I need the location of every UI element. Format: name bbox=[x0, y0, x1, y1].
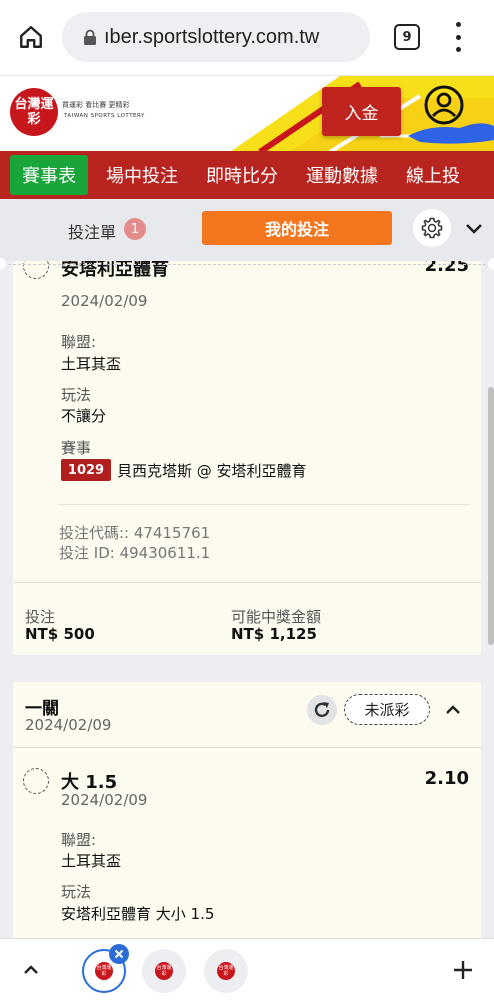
bet-id: 投注 ID: 49430611.1 bbox=[59, 544, 211, 562]
stake-value: NT$ 500 bbox=[25, 625, 95, 643]
bet-date: 2024/02/09 bbox=[25, 716, 112, 734]
event-name: 貝西克塔斯 @ 安塔利亞體育 bbox=[117, 462, 307, 480]
bet-card: 一關 2024/02/09 未派彩 大 1.5 2.10 2024/02/09 … bbox=[13, 682, 481, 938]
tab-favicon: 台灣運彩 bbox=[95, 962, 113, 980]
bet-slip-toolbar: 投注單 1 我的投注 bbox=[0, 199, 494, 261]
tab-thumbnail[interactable]: 台灣運彩 bbox=[204, 949, 248, 993]
bet-code: 投注代碼:: 47415761 bbox=[59, 524, 211, 542]
deposit-button[interactable]: 入金 bbox=[322, 87, 401, 136]
chevron-up-icon[interactable] bbox=[20, 959, 42, 981]
selection-status-icon bbox=[23, 261, 49, 279]
close-tab-icon[interactable] bbox=[109, 944, 129, 964]
status-badge: 未派彩 bbox=[344, 694, 430, 725]
address-bar[interactable]: ıber.sportslottery.com.tw bbox=[62, 12, 370, 62]
potential-payout-label: 可能中獎金額 bbox=[231, 608, 322, 626]
gear-icon[interactable] bbox=[413, 209, 451, 247]
site-logo[interactable]: 台灣運彩 bbox=[10, 88, 58, 136]
logo-slogan: 買運彩 看比賽 更精彩 bbox=[62, 101, 130, 109]
nav-item-sports-data[interactable]: 運動數據 bbox=[296, 155, 388, 195]
browser-tab-strip: 台灣運彩 台灣運彩 台灣運彩 bbox=[0, 938, 494, 1000]
tab-favicon: 台灣運彩 bbox=[217, 962, 235, 980]
new-tab-icon[interactable] bbox=[450, 957, 476, 983]
divider bbox=[13, 582, 481, 583]
tab-switcher-button[interactable]: 9 bbox=[394, 24, 420, 50]
league-label: 聯盟: bbox=[61, 333, 97, 351]
chevron-down-icon[interactable] bbox=[462, 217, 486, 241]
selection-name: 安塔利亞體育 bbox=[61, 261, 169, 280]
potential-payout-value: NT$ 1,125 bbox=[231, 625, 317, 643]
user-account-icon[interactable] bbox=[423, 84, 465, 126]
refresh-icon[interactable] bbox=[307, 695, 337, 725]
nav-item-online[interactable]: 線上投 bbox=[396, 155, 470, 195]
chevron-up-icon[interactable] bbox=[441, 698, 465, 722]
browser-menu-icon[interactable] bbox=[448, 22, 468, 52]
home-icon[interactable] bbox=[14, 20, 48, 54]
site-header: 台灣運彩 買運彩 看比賽 更精彩 TAIWAN SPORTS LOTTERY 入… bbox=[0, 75, 494, 151]
market-label: 玩法 bbox=[61, 386, 92, 404]
nav-item-live-betting[interactable]: 場中投注 bbox=[96, 155, 188, 195]
main-navigation: 賽事表 場中投注 即時比分 運動數據 線上投 bbox=[0, 151, 494, 199]
url-text: ıber.sportslottery.com.tw bbox=[104, 25, 320, 48]
lock-icon bbox=[80, 27, 100, 47]
browser-toolbar: ıber.sportslottery.com.tw 9 bbox=[0, 0, 494, 75]
my-bets-list[interactable]: 安塔利亞體育 2.25 2024/02/09 聯盟: 土耳其盃 玩法 不讓分 賽… bbox=[0, 261, 494, 938]
event-code-badge: 1029 bbox=[61, 459, 111, 481]
selection-odds: 2.10 bbox=[424, 768, 469, 789]
bet-slip-tab[interactable]: 投注單 bbox=[68, 219, 116, 243]
market-value: 不讓分 bbox=[61, 407, 107, 425]
tab-favicon: 台灣運彩 bbox=[155, 962, 173, 980]
league-value: 土耳其盃 bbox=[61, 355, 122, 373]
market-label: 玩法 bbox=[61, 883, 92, 901]
divider bbox=[13, 747, 481, 748]
my-bets-button[interactable]: 我的投注 bbox=[202, 211, 392, 245]
market-value: 安塔利亞體育 大小 1.5 bbox=[61, 905, 215, 923]
nav-item-schedule[interactable]: 賽事表 bbox=[10, 155, 88, 195]
league-value: 土耳其盃 bbox=[61, 852, 122, 870]
selection-status-icon bbox=[23, 768, 49, 794]
tab-thumbnail[interactable]: 台灣運彩 bbox=[142, 949, 186, 993]
selection-date: 2024/02/09 bbox=[61, 791, 148, 809]
event-label: 賽事 bbox=[61, 439, 92, 457]
nav-item-live-scores[interactable]: 即時比分 bbox=[196, 155, 288, 195]
logo-english-name: TAIWAN SPORTS LOTTERY bbox=[64, 113, 145, 119]
stake-label: 投注 bbox=[25, 608, 56, 626]
bet-card: 安塔利亞體育 2.25 2024/02/09 聯盟: 土耳其盃 玩法 不讓分 賽… bbox=[13, 261, 481, 655]
selection-odds: 2.25 bbox=[424, 261, 469, 276]
divider bbox=[59, 504, 469, 505]
scrollbar[interactable] bbox=[488, 387, 494, 645]
league-label: 聯盟: bbox=[61, 831, 97, 849]
selection-date: 2024/02/09 bbox=[61, 292, 148, 310]
bet-slip-count-badge: 1 bbox=[124, 218, 146, 240]
